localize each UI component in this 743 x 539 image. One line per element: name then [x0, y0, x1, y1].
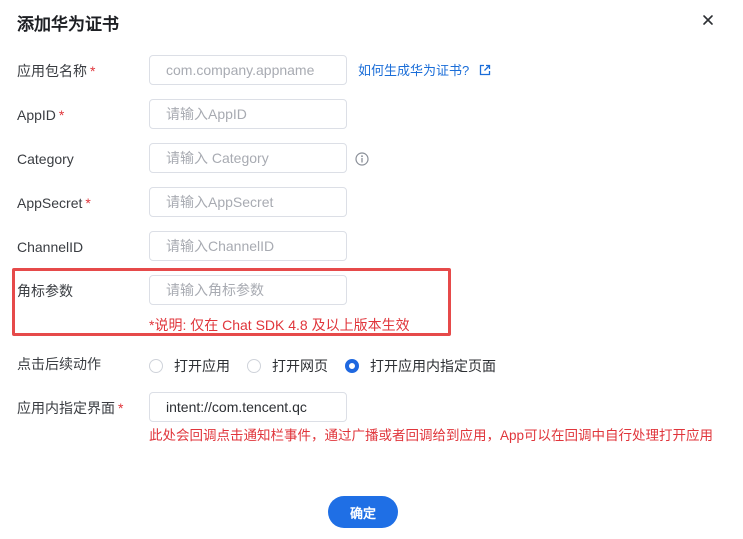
click-action-radio-group: 打开应用 打开网页 打开应用内指定页面 [149, 356, 513, 376]
category-input[interactable] [149, 143, 347, 173]
external-link-icon [479, 64, 491, 76]
package-name-label-text: 应用包名称 [17, 63, 87, 79]
channel-id-input[interactable] [149, 231, 347, 261]
app-id-label-text: AppID [17, 107, 56, 123]
add-huawei-certificate-dialog: 添加华为证书 应用包名称* 如何生成华为证书? AppID* Category … [0, 0, 743, 539]
badge-param-label: 角标参数 [17, 283, 73, 299]
radio-open-in-app-page[interactable]: 打开应用内指定页面 [345, 356, 496, 376]
radio-label: 打开应用 [174, 358, 230, 374]
radio-circle [149, 359, 163, 373]
package-name-input[interactable] [149, 55, 347, 85]
close-icon[interactable] [700, 12, 716, 28]
app-id-input[interactable] [149, 99, 347, 129]
required-mark: * [58, 107, 65, 123]
radio-label: 打开网页 [272, 358, 328, 374]
category-label: Category [17, 151, 74, 167]
radio-open-app[interactable]: 打开应用 [149, 356, 230, 376]
app-secret-label: AppSecret * [17, 193, 91, 213]
dialog-title: 添加华为证书 [17, 15, 119, 34]
required-mark: * [90, 63, 96, 79]
help-link-text: 如何生成华为证书? [358, 63, 470, 78]
badge-param-input[interactable] [149, 275, 347, 305]
radio-label: 打开应用内指定页面 [370, 358, 496, 374]
required-mark: * [85, 195, 91, 211]
in-app-page-input[interactable] [149, 392, 347, 422]
channel-id-label: ChannelID [17, 239, 84, 255]
in-app-page-warning: 此处会回调点击通知栏事件，通过广播或者回调给到应用，App可以在回调中自行处理打… [149, 428, 714, 443]
radio-open-webpage[interactable]: 打开网页 [247, 356, 328, 376]
how-to-generate-certificate-link[interactable]: 如何生成华为证书? [358, 63, 491, 79]
radio-circle-selected [345, 359, 359, 373]
package-name-label: 应用包名称 * [17, 61, 95, 81]
required-mark: * [118, 400, 124, 416]
confirm-button[interactable]: 确定 [328, 496, 398, 528]
radio-circle [247, 359, 261, 373]
click-action-label: 点击后续动作 [17, 356, 101, 372]
app-secret-input[interactable] [149, 187, 347, 217]
app-secret-label-text: AppSecret [17, 195, 83, 211]
info-icon[interactable] [355, 152, 369, 166]
badge-param-note: *说明: 仅在 Chat SDK 4.8 及以上版本生效 [149, 317, 410, 333]
in-app-page-label-text: 应用内指定界面 [17, 400, 115, 416]
in-app-page-label: 应用内指定界面 * [17, 398, 123, 418]
app-id-label: AppID * [17, 105, 64, 125]
